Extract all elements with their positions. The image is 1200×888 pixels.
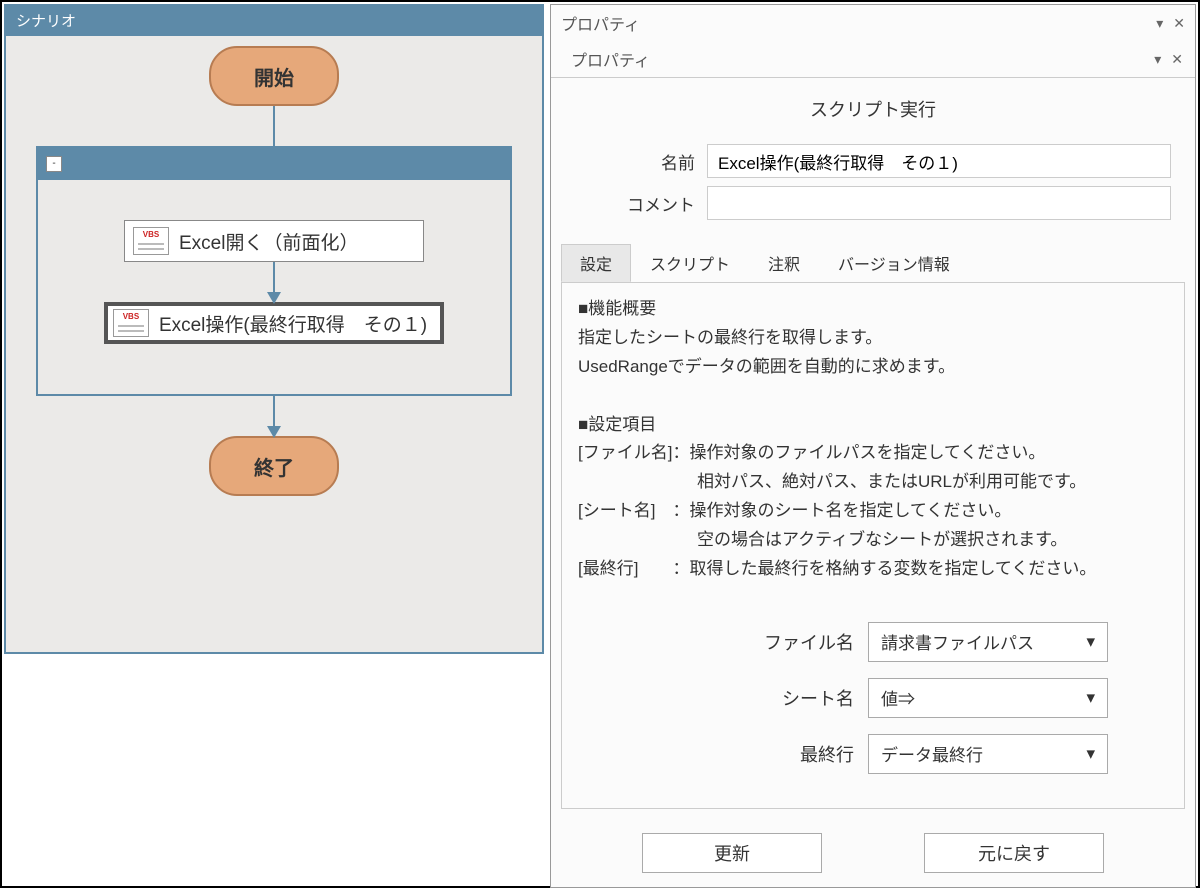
chevron-down-icon: ▾ [1086, 632, 1095, 652]
update-button[interactable]: 更新 [642, 833, 822, 873]
flowchart: 開始 - VBS Excel開く（前面化） [6, 36, 542, 652]
tabs: 設定 スクリプト 注釈 バージョン情報 [551, 224, 1195, 282]
param-lastrow-select[interactable]: データ最終行 ▾ [868, 734, 1108, 774]
tab-version[interactable]: バージョン情報 [819, 244, 969, 282]
tab-script[interactable]: スクリプト [631, 244, 749, 282]
tab-annotation[interactable]: 注釈 [749, 244, 819, 282]
button-row: 更新 元に戻す [551, 819, 1195, 887]
param-file-row: ファイル名 請求書ファイルパス ▾ [578, 614, 1168, 670]
properties-inner-title: プロパティ [571, 47, 650, 71]
name-row: 名前 [551, 140, 1195, 182]
arrow-down-icon [267, 426, 281, 438]
chevron-down-icon: ▾ [1086, 688, 1095, 708]
dropdown-icon[interactable]: ▾ [1154, 51, 1161, 68]
description-text: ■機能概要 指定したシートの最終行を取得します。 UsedRangeでデータの範… [578, 295, 1168, 584]
properties-outer-title: プロパティ [561, 11, 640, 35]
group-body: VBS Excel開く（前面化） VBS Excel操作(最終行取得 その１) [38, 180, 510, 394]
param-lastrow-label: 最終行 [754, 741, 854, 767]
close-icon[interactable]: ✕ [1171, 51, 1183, 68]
dropdown-icon[interactable]: ▾ [1156, 15, 1163, 32]
param-lastrow-row: 最終行 データ最終行 ▾ [578, 726, 1168, 782]
group-box[interactable]: - VBS Excel開く（前面化） VBS [36, 146, 512, 396]
param-sheet-value: 値⇒ [881, 685, 915, 710]
action-excel-open[interactable]: VBS Excel開く（前面化） [124, 220, 424, 262]
revert-button[interactable]: 元に戻す [924, 833, 1104, 873]
param-file-value: 請求書ファイルパス [881, 629, 1034, 654]
properties-outer-header: プロパティ ▾ ✕ [551, 5, 1195, 41]
close-icon[interactable]: ✕ [1173, 15, 1185, 32]
group-header: - [38, 148, 510, 180]
action-label: Excel操作(最終行取得 その１) [159, 310, 427, 337]
tab-settings[interactable]: 設定 [561, 244, 631, 282]
name-input[interactable] [707, 144, 1171, 178]
section-title: スクリプト実行 [551, 78, 1195, 140]
param-sheet-select[interactable]: 値⇒ ▾ [868, 678, 1108, 718]
properties-panel: プロパティ ▾ ✕ プロパティ ▾ ✕ スクリプト実行 名前 コメント 設定 ス… [550, 4, 1196, 888]
comment-row: コメント [551, 182, 1195, 224]
comment-input[interactable] [707, 186, 1171, 220]
content-box: ■機能概要 指定したシートの最終行を取得します。 UsedRangeでデータの範… [561, 282, 1185, 809]
param-file-label: ファイル名 [754, 629, 854, 655]
vbs-icon: VBS [113, 309, 149, 337]
param-lastrow-value: データ最終行 [881, 741, 983, 766]
comment-label: コメント [575, 191, 695, 216]
start-node[interactable]: 開始 [209, 46, 339, 106]
connector [273, 262, 275, 302]
vbs-icon: VBS [133, 227, 169, 255]
chevron-down-icon: ▾ [1086, 744, 1095, 764]
action-label: Excel開く（前面化） [179, 228, 358, 255]
arrow-down-icon [267, 292, 281, 304]
end-label: 終了 [254, 452, 294, 481]
properties-inner-header: プロパティ ▾ ✕ [551, 41, 1195, 78]
action-excel-lastrow[interactable]: VBS Excel操作(最終行取得 その１) [104, 302, 444, 344]
name-label: 名前 [575, 149, 695, 174]
connector [273, 106, 275, 146]
scenario-title: シナリオ [6, 6, 542, 36]
collapse-icon[interactable]: - [46, 156, 62, 172]
param-file-select[interactable]: 請求書ファイルパス ▾ [868, 622, 1108, 662]
connector [273, 396, 275, 436]
start-label: 開始 [254, 62, 294, 91]
param-sheet-label: シート名 [754, 685, 854, 711]
param-sheet-row: シート名 値⇒ ▾ [578, 670, 1168, 726]
end-node[interactable]: 終了 [209, 436, 339, 496]
scenario-panel: シナリオ 開始 - VBS Excel開く（前面化） [4, 4, 544, 654]
